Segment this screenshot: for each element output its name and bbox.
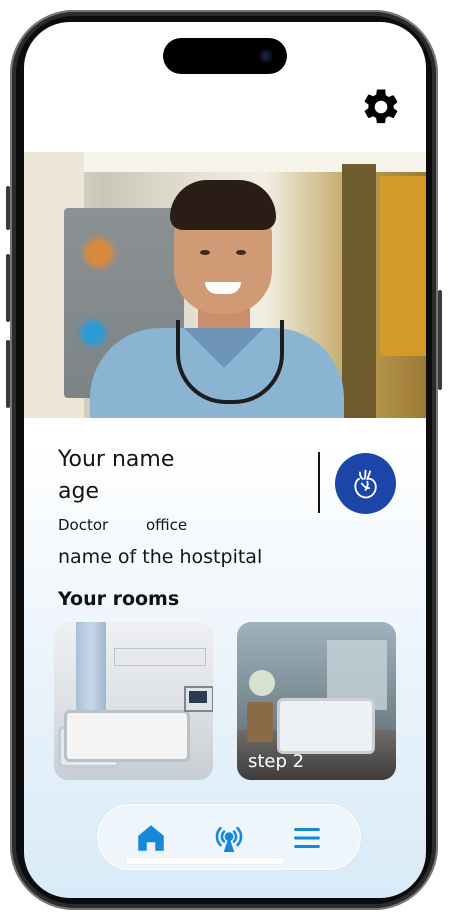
profile-age: age bbox=[58, 479, 99, 504]
divider bbox=[318, 452, 320, 513]
action-button bbox=[6, 186, 10, 230]
camera-lens bbox=[259, 49, 273, 63]
door-frame bbox=[342, 164, 376, 418]
background-light-orange bbox=[84, 238, 114, 268]
patient-monitor bbox=[184, 686, 213, 712]
nav-menu[interactable] bbox=[290, 821, 324, 855]
room-card[interactable]: step 2 bbox=[237, 622, 396, 780]
nav-home[interactable] bbox=[134, 821, 168, 855]
settings-button[interactable] bbox=[360, 86, 402, 128]
app-screen: Your name age Doctor office name of the … bbox=[24, 22, 426, 898]
volume-up-button bbox=[6, 254, 10, 322]
profile-office: office bbox=[146, 516, 188, 534]
profile-role: Doctor bbox=[58, 516, 109, 534]
volume-down-button bbox=[6, 340, 10, 408]
flower-plant bbox=[249, 670, 275, 696]
home-icon bbox=[138, 825, 164, 851]
anatomical-heart-icon bbox=[354, 469, 377, 499]
power-button bbox=[438, 290, 442, 390]
eye-right bbox=[236, 250, 246, 255]
room-card[interactable] bbox=[54, 622, 213, 780]
rooms-heading: Your rooms bbox=[58, 588, 180, 610]
wooden-panel bbox=[380, 176, 426, 356]
home-indicator[interactable] bbox=[126, 858, 284, 864]
doctor-photo bbox=[24, 152, 426, 418]
menu-icon bbox=[294, 827, 320, 849]
profile-hospital: name of the hostpital bbox=[58, 546, 263, 568]
hair bbox=[170, 180, 276, 230]
bedside-cabinet bbox=[247, 702, 273, 742]
room-label: step 2 bbox=[248, 751, 305, 772]
broadcast-icon bbox=[215, 826, 243, 853]
eye-left bbox=[200, 250, 210, 255]
heart-button[interactable] bbox=[335, 453, 396, 514]
nav-broadcast[interactable] bbox=[212, 821, 246, 855]
hospital-bed bbox=[64, 710, 190, 762]
hospital-bed bbox=[277, 698, 375, 754]
profile-name: Your name bbox=[58, 447, 175, 472]
gear-icon bbox=[364, 89, 398, 124]
dynamic-island bbox=[163, 38, 287, 74]
background-light-blue bbox=[80, 320, 106, 346]
bed-head-rail bbox=[114, 648, 206, 666]
